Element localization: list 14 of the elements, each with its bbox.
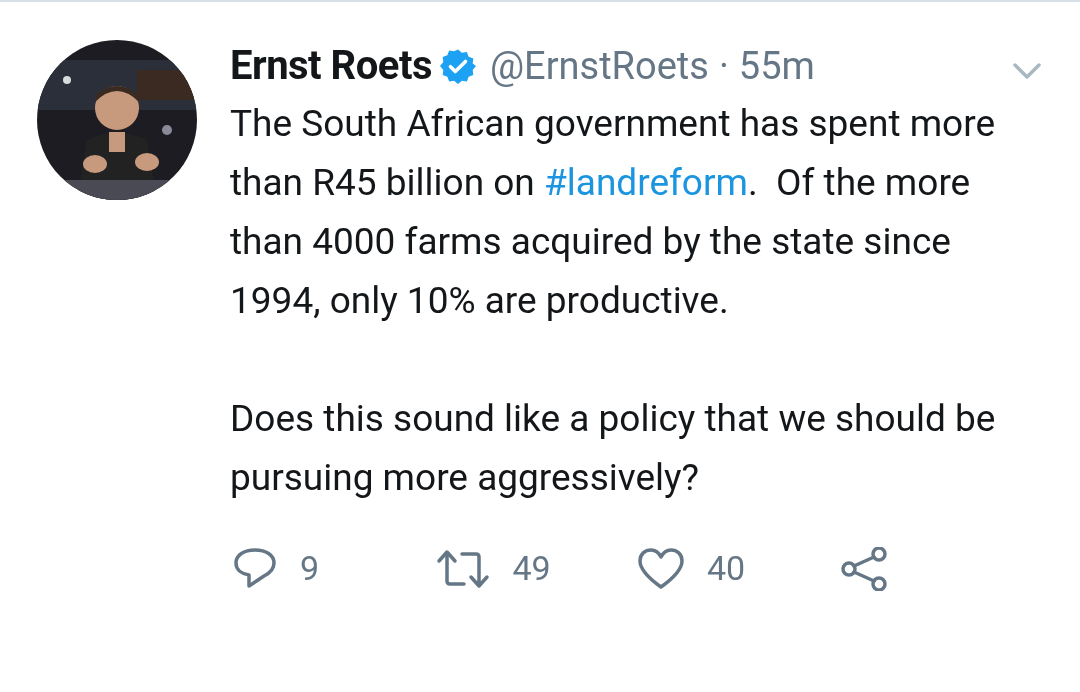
action-count: 40 [707, 547, 746, 590]
tweet-text: Does this sound like a policy that we should be pursuing more aggressively? [230, 396, 997, 501]
author-handle[interactable]: @ErnstRoets [490, 37, 709, 95]
author-name[interactable]: Ernst Roets [230, 36, 432, 96]
share-icon[interactable] [839, 546, 888, 591]
action-count: 9 [300, 547, 320, 590]
heart-icon[interactable] [637, 546, 685, 591]
hashtag-link[interactable]: #landreform [544, 161, 748, 204]
separator-dot: · [718, 42, 729, 90]
speech-bubble-icon[interactable] [232, 546, 278, 591]
timestamp: 55m [738, 42, 815, 90]
tweet-text: The South African government has spent more than R45 billion on #landreform. Of the more than 4000 farms acquired by the state since 1994, only 10% are productive. [230, 101, 997, 324]
action-count: 49 [512, 547, 551, 590]
retweet-icon[interactable] [434, 548, 491, 589]
